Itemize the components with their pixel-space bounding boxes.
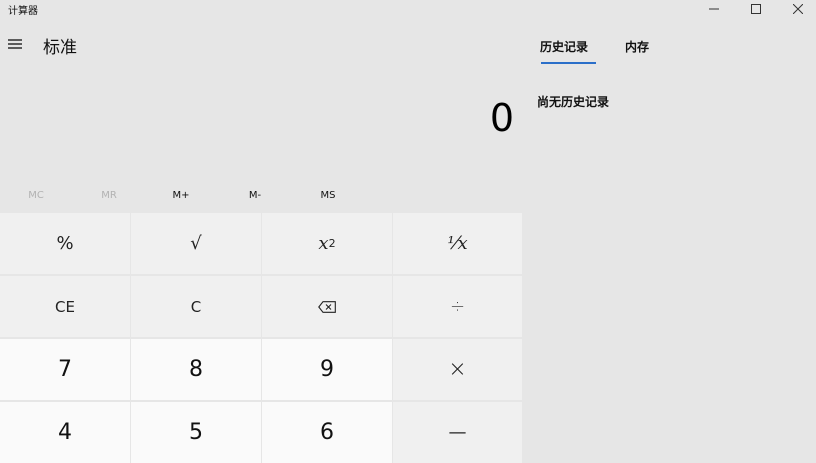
calculator-mode-title: 标准 [43,38,77,58]
memory-subtract-button[interactable]: M- [225,184,285,206]
tab-memory[interactable]: 内存 [625,38,649,55]
digit-5-button[interactable]: 5 [131,402,261,463]
square-root-button[interactable]: √ [131,213,261,274]
tab-history[interactable]: 历史记录 [540,38,588,55]
memory-add-button[interactable]: M+ [151,184,211,206]
title-bar: 计算器 [0,0,816,20]
digit-4-button[interactable]: 4 [0,402,130,463]
maximize-button[interactable] [736,0,776,18]
app-title: 计算器 [8,6,38,17]
maximize-icon [751,4,761,14]
minimize-button[interactable] [694,0,734,18]
active-tab-indicator [541,62,596,64]
divide-button[interactable]: ÷ [393,276,522,337]
digit-8-button[interactable]: 8 [131,339,261,400]
hamburger-menu-icon [8,39,22,49]
calculator-window: 计算器 标准 0 MC MR M+ M- MS % √ x 2 ⅟x CE C … [0,0,816,463]
percent-button[interactable]: % [0,213,130,274]
multiply-button[interactable]: × [393,339,522,400]
clear-entry-button[interactable]: CE [0,276,130,337]
minimize-icon [709,8,719,10]
digit-7-button[interactable]: 7 [0,339,130,400]
history-empty-message: 尚无历史记录 [537,95,610,109]
subtract-button[interactable]: — [393,402,522,463]
reciprocal-button[interactable]: ⅟x [393,213,522,274]
backspace-icon [318,300,336,313]
memory-clear-button[interactable]: MC [6,184,66,206]
square-button[interactable]: x2 [262,213,392,274]
close-icon [793,4,803,14]
memory-store-button[interactable]: MS [298,184,358,206]
clear-button[interactable]: C [131,276,261,337]
keypad: % √ x2 ⅟x CE C ÷ 7 8 9 × 4 5 6 — [0,213,523,463]
result-display: 0 [489,96,514,140]
navigation-menu-button[interactable] [4,33,26,55]
digit-6-button[interactable]: 6 [262,402,392,463]
square-base-label: x [318,233,329,254]
digit-9-button[interactable]: 9 [262,339,392,400]
memory-recall-button[interactable]: MR [79,184,139,206]
square-exponent-label: 2 [328,237,336,250]
close-button[interactable] [778,0,816,18]
backspace-button[interactable] [262,276,392,337]
